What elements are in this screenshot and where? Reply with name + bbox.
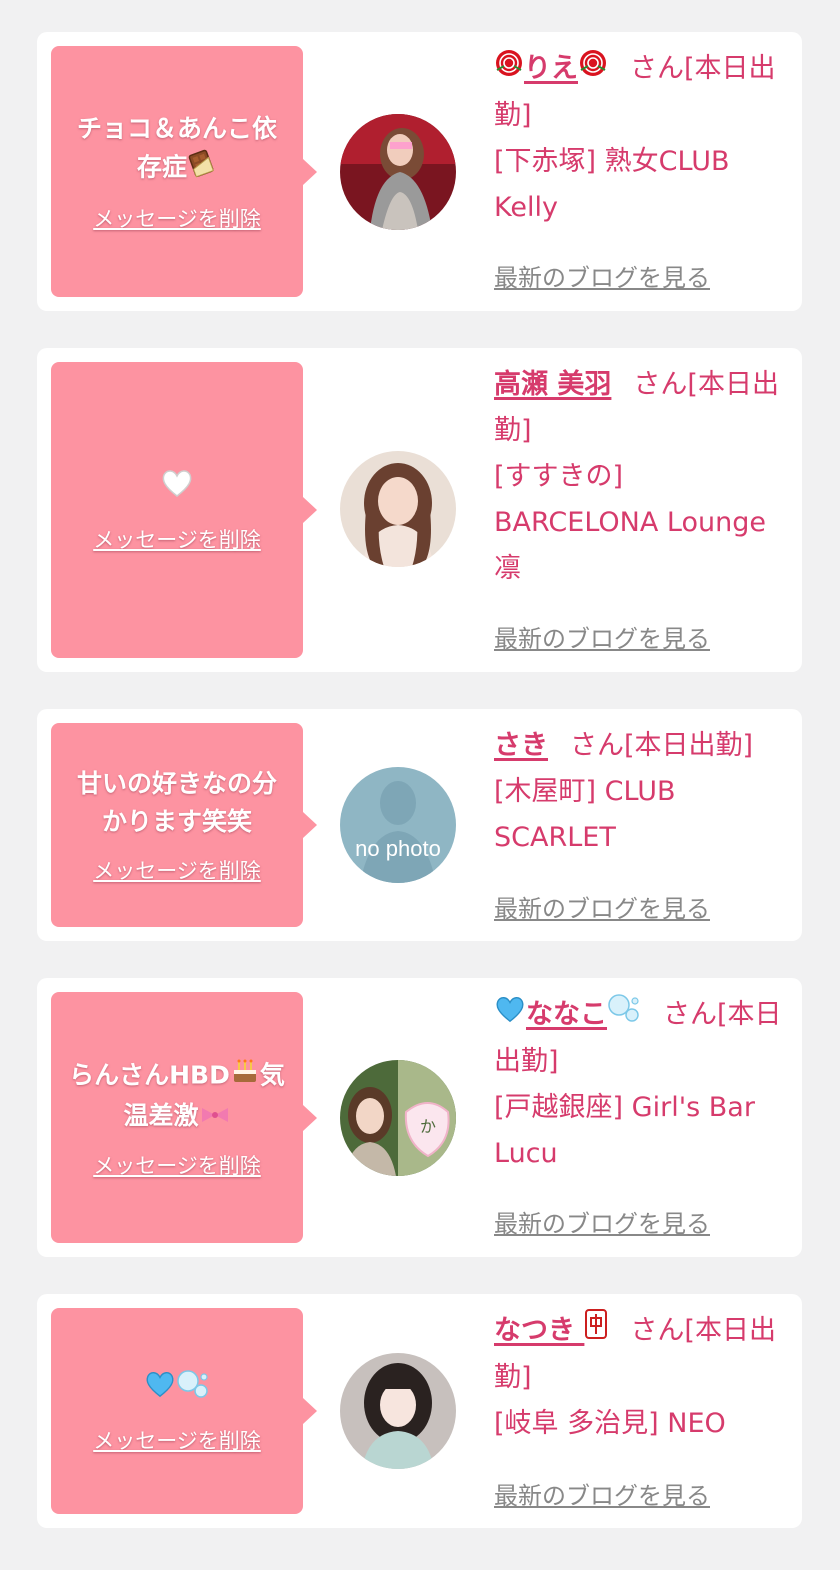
- no-photo-text: no photo: [355, 836, 441, 861]
- avatar[interactable]: [340, 451, 456, 567]
- cast-status: さん[本日出勤]: [570, 730, 754, 761]
- cast-area: [岐阜 多治見]: [494, 1408, 659, 1439]
- message-bubble: 甘いの好きなの分かります笑笑 メッセージを削除: [51, 723, 317, 927]
- cast-info: さき さん[本日出勤] [木屋町] CLUB SCARLET: [494, 723, 784, 861]
- avatar-sticker-text: か: [420, 1117, 436, 1136]
- cast-card: チョコ＆あんこ依存症 メッセージを削除 りえ さん[本日出勤] [下赤塚] 熟女C…: [37, 32, 802, 311]
- mahjong-red-dragon-icon: [584, 1308, 608, 1355]
- delete-message-link[interactable]: メッセージを削除: [93, 855, 261, 885]
- rose-icon: [494, 47, 524, 93]
- favorites-list: チョコ＆あんこ依存症 メッセージを削除 りえ さん[本日出勤] [下赤塚] 熟女C…: [0, 0, 840, 1570]
- avatar[interactable]: no photo: [340, 767, 456, 883]
- delete-message-link[interactable]: メッセージを削除: [93, 524, 261, 554]
- cast-area: [下赤塚]: [494, 145, 597, 177]
- birthday-cake-icon: [230, 1056, 260, 1097]
- blue-heart-icon: [144, 1369, 176, 1410]
- cast-name-link[interactable]: 高瀬 美羽: [494, 369, 611, 400]
- message-text: チョコ＆あんこ依存症: [65, 110, 289, 189]
- bubbles-icon: [607, 992, 641, 1039]
- shop-name: NEO: [667, 1408, 726, 1439]
- delete-message-link[interactable]: メッセージを削除: [93, 1150, 261, 1180]
- message-bubble: メッセージを削除: [51, 362, 317, 658]
- cast-card: メッセージを削除 高瀬 美羽 さん[本日出勤] [すすきの] BARCELONA …: [37, 348, 802, 672]
- view-latest-blog-link[interactable]: 最新のブログを見る: [494, 1204, 710, 1239]
- cast-info: ななこ さん[本日出勤] [戸越銀座] Girl's Bar Lucu: [494, 992, 784, 1177]
- cast-name-link[interactable]: ななこ: [494, 994, 641, 1030]
- cast-card: 甘いの好きなの分かります笑笑 メッセージを削除 no photo さき さん[本日…: [37, 709, 802, 941]
- view-latest-blog-link[interactable]: 最新のブログを見る: [494, 258, 710, 293]
- blue-heart-icon: [494, 993, 526, 1039]
- view-latest-blog-link[interactable]: 最新のブログを見る: [494, 619, 710, 654]
- pink-ribbon-icon: [199, 1098, 231, 1136]
- message-bubble: らんさんHBD 気温差激 メッセージを削除: [51, 992, 317, 1243]
- cast-name-link[interactable]: りえ: [494, 49, 608, 84]
- chocolate-icon: [187, 148, 217, 189]
- cast-card: メッセージを削除 なつき さん[本日出勤] [岐阜 多治見] NEO 最新のブロ…: [37, 1294, 802, 1528]
- cast-name-link[interactable]: なつき: [494, 1309, 608, 1346]
- cast-area: [すすきの]: [494, 461, 624, 492]
- avatar[interactable]: か: [340, 1060, 456, 1176]
- cast-area: [戸越銀座]: [494, 1092, 624, 1123]
- rose-icon: [578, 47, 608, 93]
- shop-name: BARCELONA Lounge 凛: [494, 507, 766, 584]
- cast-area: [木屋町]: [494, 776, 597, 807]
- message-bubble: チョコ＆あんこ依存症 メッセージを削除: [51, 46, 317, 297]
- message-text: 甘いの好きなの分かります笑笑: [76, 769, 277, 836]
- message-bubble: メッセージを削除: [51, 1308, 317, 1514]
- bubbles-icon: [176, 1368, 210, 1411]
- delete-message-link[interactable]: メッセージを削除: [93, 203, 261, 233]
- cast-name-link[interactable]: さき: [494, 730, 548, 761]
- delete-message-link[interactable]: メッセージを削除: [93, 1425, 261, 1455]
- message-text: らんさんHBD 気温差激: [65, 1056, 289, 1136]
- avatar[interactable]: [340, 1353, 456, 1469]
- cast-info: なつき さん[本日出勤] [岐阜 多治見] NEO: [494, 1308, 784, 1447]
- view-latest-blog-link[interactable]: 最新のブログを見る: [494, 889, 710, 924]
- avatar[interactable]: [340, 114, 456, 230]
- view-latest-blog-link[interactable]: 最新のブログを見る: [494, 1476, 710, 1511]
- message-text: [160, 467, 194, 510]
- white-heart-icon: [160, 467, 194, 510]
- cast-info: りえ さん[本日出勤] [下赤塚] 熟女CLUB Kelly: [494, 46, 784, 231]
- message-text: [144, 1368, 210, 1411]
- cast-info: 高瀬 美羽 さん[本日出勤] [すすきの] BARCELONA Lounge 凛: [494, 362, 784, 592]
- cast-card: らんさんHBD 気温差激 メッセージを削除 か ななこ さん[本日出勤] [戸越銀座…: [37, 978, 802, 1257]
